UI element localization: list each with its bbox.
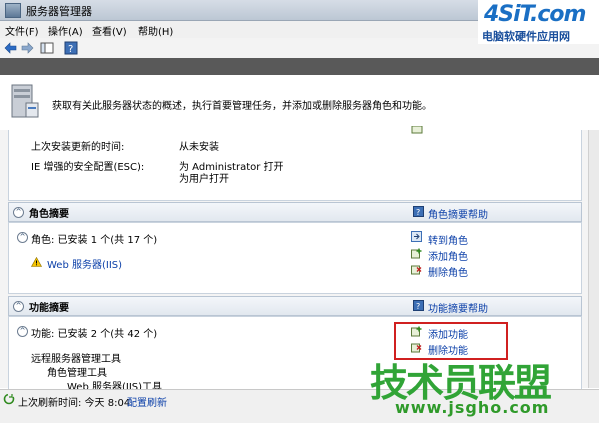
help-icon: ? [413,300,424,311]
header-band [0,58,599,75]
refresh-icon [3,393,15,405]
console-tree-icon[interactable] [40,41,54,55]
server-manager-icon [5,3,21,18]
go-to-roles-icon [411,231,422,242]
server-icon [11,84,39,118]
collapse-icon[interactable]: ^ [17,232,28,243]
features-summary-help-link[interactable]: 功能摘要帮助 [428,300,488,315]
svg-text:?: ? [416,208,420,217]
menu-view[interactable]: 查看(V) [92,23,127,38]
features-summary-header[interactable]: ^ 功能摘要 ? 功能摘要帮助 [8,296,582,316]
last-refresh-text: 上次刷新时间: 今天 8:04 [18,398,131,409]
collapse-icon[interactable]: ^ [17,326,28,337]
menu-help[interactable]: 帮助(H) [138,23,173,38]
svg-text:?: ? [68,44,73,55]
go-to-roles-link[interactable]: 转到角色 [428,232,468,247]
last-update-value: 从未安装 [179,142,219,153]
collapse-icon[interactable]: ^ [13,301,24,312]
roles-panel: ^ 角色: 已安装 1 个(共 17 个) Web 服务器(IIS) 转到角色 … [8,222,582,294]
feature-item: 远程服务器管理工具 [31,354,121,365]
features-count: 功能: 已安装 2 个(共 42 个) [31,329,158,340]
roles-count: 角色: 已安装 1 个(共 17 个) [31,235,158,246]
back-arrow-icon[interactable] [4,41,18,55]
description-text: 获取有关此服务器状态的概述，执行首要管理任务，并添加或删除服务器角色和功能。 [52,101,432,112]
watermark-url: www.jsgho.com [395,398,550,417]
remove-roles-link[interactable]: 删除角色 [428,264,468,279]
svg-text:?: ? [416,302,420,311]
logo-main-text: 4SiT.com [484,2,586,27]
last-update-label: 上次安装更新的时间: [31,142,125,153]
roles-summary-header[interactable]: ^ 角色摘要 ? 角色摘要帮助 [8,202,582,222]
vertical-scrollbar[interactable] [588,130,599,388]
ie-esc-value-users[interactable]: 为用户打开 [179,170,229,185]
feature-item: 角色管理工具 [47,368,107,379]
collapse-icon[interactable]: ^ [13,207,24,218]
forward-arrow-icon[interactable] [20,41,34,55]
menu-file[interactable]: 文件(F) [5,23,39,38]
menu-action[interactable]: 操作(A) [48,23,83,38]
help-icon[interactable]: ? [64,41,78,55]
logo-sub-text: 电脑软硬件应用网 [482,30,570,43]
action-link-icon [411,126,423,134]
role-item-web-server[interactable]: Web 服务器(IIS) [47,256,122,271]
roles-summary-title: 角色摘要 [29,209,69,220]
add-roles-icon [411,248,422,259]
warning-icon [31,257,42,267]
security-info-panel: 上次安装更新的时间: 从未安装 IE 增强的安全配置(ESC): 为 Admin… [8,126,582,201]
description-header: 获取有关此服务器状态的概述，执行首要管理任务，并添加或删除服务器角色和功能。 [0,75,599,131]
features-summary-title: 功能摘要 [29,303,69,314]
help-icon: ? [413,206,424,217]
window-title: 服务器管理器 [26,5,92,18]
site-logo: 4SiT.com 电脑软硬件应用网 [478,0,599,44]
add-roles-link[interactable]: 添加角色 [428,248,468,263]
roles-summary-help-link[interactable]: 角色摘要帮助 [428,206,488,221]
remove-roles-icon [411,265,422,275]
ie-esc-label: IE 增强的安全配置(ESC): [31,162,145,173]
configure-refresh-link[interactable]: 配置刷新 [127,394,167,409]
